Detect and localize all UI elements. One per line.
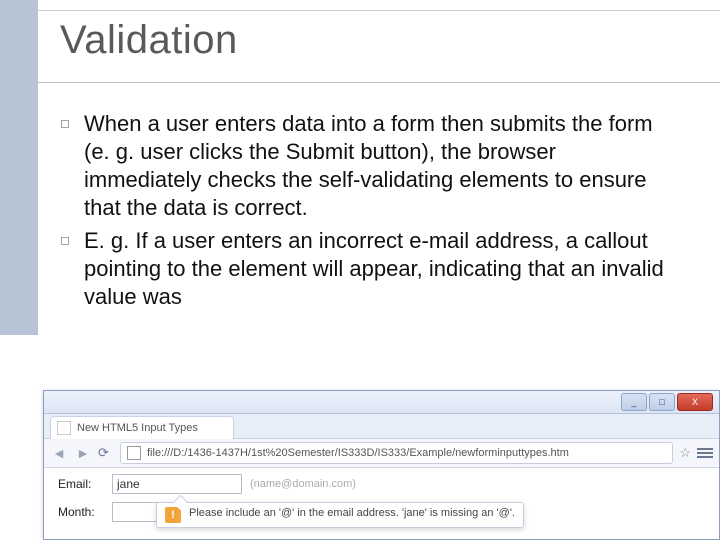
validation-callout: ! Please include an '@' in the email add… xyxy=(156,502,524,528)
bullet-item: ◻ E. g. If a user enters an incorrect e-… xyxy=(60,227,670,311)
month-label: Month: xyxy=(58,505,104,519)
bullet-text: E. g. If a user enters an incorrect e-ma… xyxy=(84,227,670,311)
url-text: file:///D:/1436-1437H/1st%20Semester/IS3… xyxy=(147,447,569,459)
reload-button[interactable]: ⟳ xyxy=(98,445,114,461)
menu-icon[interactable] xyxy=(697,445,713,461)
browser-titlebar: _ □ X xyxy=(44,391,719,414)
browser-window: _ □ X New HTML5 Input Types ◄ ► ⟳ file:/… xyxy=(43,390,720,540)
window-maximize-button[interactable]: □ xyxy=(649,393,675,411)
top-rule xyxy=(0,0,720,11)
title-underline xyxy=(38,82,720,83)
browser-toolbar: ◄ ► ⟳ file:///D:/1436-1437H/1st%20Semest… xyxy=(44,439,719,468)
window-minimize-button[interactable]: _ xyxy=(621,393,647,411)
page-content: Email: (name@domain.com) Month: ! Please… xyxy=(44,468,719,536)
browser-tabstrip: New HTML5 Input Types xyxy=(44,414,719,439)
email-label: Email: xyxy=(58,477,104,491)
window-close-button[interactable]: X xyxy=(677,393,713,411)
browser-tab[interactable]: New HTML5 Input Types xyxy=(50,416,234,439)
bullet-item: ◻ When a user enters data into a form th… xyxy=(60,110,670,223)
address-bar[interactable]: file:///D:/1436-1437H/1st%20Semester/IS3… xyxy=(120,442,673,464)
bullet-text: When a user enters data into a form then… xyxy=(84,110,670,223)
slide-title: Validation xyxy=(60,18,238,63)
slide-body: ◻ When a user enters data into a form th… xyxy=(60,110,670,315)
bullet-marker: ◻ xyxy=(60,227,84,248)
email-row: Email: (name@domain.com) xyxy=(58,474,705,494)
forward-button[interactable]: ► xyxy=(74,444,92,462)
bullet-marker: ◻ xyxy=(60,110,84,131)
slide: Validation ◻ When a user enters data int… xyxy=(0,0,720,540)
warning-icon: ! xyxy=(165,507,181,523)
side-accent-bar xyxy=(0,0,38,335)
back-button[interactable]: ◄ xyxy=(50,444,68,462)
tab-title: New HTML5 Input Types xyxy=(77,422,198,434)
callout-text: Please include an '@' in the email addre… xyxy=(189,507,515,519)
file-icon xyxy=(127,446,141,460)
tab-favicon xyxy=(57,421,71,435)
bookmark-star-icon[interactable]: ☆ xyxy=(679,445,691,461)
email-hint: (name@domain.com) xyxy=(250,478,356,490)
email-field[interactable] xyxy=(112,474,242,494)
